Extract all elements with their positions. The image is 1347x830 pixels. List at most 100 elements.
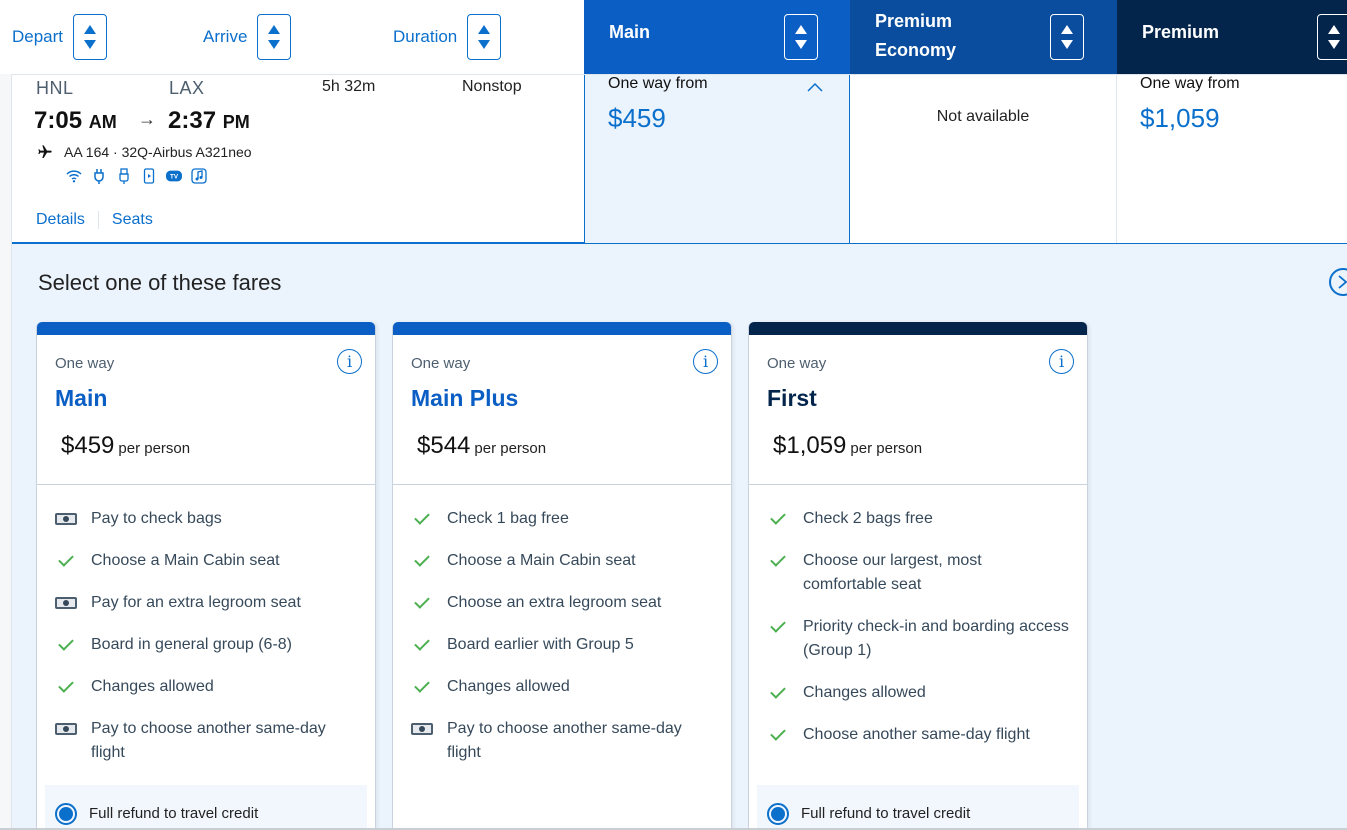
fare-feature-text: Pay for an extra legroom seat [91, 594, 301, 611]
origin-airport: HNL [36, 78, 74, 98]
per-person-label: per person [118, 440, 191, 457]
fare-feature-text: Pay to choose another same-day flight [91, 720, 326, 761]
fare-card-accent-bar [749, 322, 1087, 335]
sort-premium-economy-button[interactable] [1050, 14, 1084, 60]
fare-card-header: One way i Main Plus $544 per person [393, 335, 731, 485]
streaming-device-icon [141, 168, 157, 184]
fare-features: Check 1 bag free Choose a Main Cabin seat… [393, 485, 731, 765]
fare-feature-text: Check 1 bag free [447, 510, 569, 527]
checkmark-icon [411, 507, 447, 531]
one-way-label: One way [411, 355, 471, 372]
one-way-from-label: One way from [1140, 75, 1240, 92]
cabin-header-label: Premium [1142, 22, 1220, 42]
one-way-label: One way [55, 355, 115, 372]
fare-feature-item: Changes allowed [411, 675, 713, 699]
flight-number: AA 164 · 32Q-Airbus A321neo [64, 144, 252, 160]
flight-links: Details Seats [36, 211, 153, 229]
fare-card-header: One way i First $1,059 per person [749, 335, 1087, 485]
fare-feature-text: Pay to check bags [91, 510, 222, 527]
sort-duration-label: Duration [393, 27, 458, 46]
fare-card-first[interactable]: One way i First $1,059 per person Check 2… [748, 322, 1088, 830]
refund-option[interactable]: Full refund to travel credit [45, 785, 367, 830]
fare-feature-item: Pay for an extra legroom seat [55, 591, 357, 615]
cash-icon [55, 717, 91, 741]
fare-feature-text: Changes allowed [91, 678, 214, 695]
cabin-header-label: Main [609, 22, 651, 42]
checkmark-icon [767, 723, 803, 747]
fare-feature-text: Changes allowed [447, 678, 570, 695]
chevron-up-icon[interactable] [807, 79, 823, 97]
fare-feature-item: Pay to choose another same-day flight [411, 717, 713, 765]
fare-name: Main [55, 385, 108, 411]
sort-descending-icon [795, 40, 807, 49]
fare-feature-text: Board in general group (6-8) [91, 636, 293, 653]
fare-card-main-plus[interactable]: One way i Main Plus $544 per person Check… [392, 322, 732, 830]
refund-radio[interactable] [767, 803, 789, 825]
fare-features: Check 2 bags free Choose our largest, mos… [749, 485, 1087, 747]
price-cell-premium-economy: Not available [850, 75, 1117, 243]
fare-features: Pay to check bags Choose a Main Cabin sea… [37, 485, 375, 765]
checkmark-icon [767, 549, 803, 573]
sort-ascending-icon [478, 25, 491, 34]
destination-airport: LAX [169, 78, 205, 98]
depart-time: 7:05 AM [34, 107, 117, 135]
fare-feature-item: Check 1 bag free [411, 507, 713, 531]
sort-arrive-button[interactable] [257, 14, 292, 60]
sort-bar: Depart Arrive Duration [0, 0, 584, 74]
fare-card-accent-bar [37, 322, 375, 335]
cabin-header-premium: Premium [1117, 0, 1347, 74]
cabin-header-main: Main [584, 0, 850, 74]
details-link[interactable]: Details [36, 211, 85, 229]
music-icon [191, 168, 207, 184]
sort-main-button[interactable] [784, 14, 818, 60]
seats-link[interactable]: Seats [112, 211, 153, 229]
per-person-label: per person [850, 440, 923, 457]
sort-descending-icon [1328, 40, 1340, 49]
fare-feature-item: Changes allowed [55, 675, 357, 699]
fare-card-main[interactable]: One way i Main $459 per person Pay to che… [36, 322, 376, 830]
fare-price: $544 per person [417, 432, 546, 460]
sort-descending-icon [268, 40, 281, 49]
one-way-from-label: One way from [608, 75, 708, 92]
info-icon[interactable]: i [337, 349, 362, 374]
cabin-header-label: Premium Economy [875, 7, 956, 65]
price-cell-main[interactable]: One way from $459 [584, 75, 850, 243]
checkmark-icon [411, 549, 447, 573]
cash-icon [411, 717, 447, 741]
sort-premium-button[interactable] [1317, 14, 1347, 60]
wifi-icon [66, 168, 82, 184]
fare-card-accent-bar [393, 322, 731, 335]
fare-feature-item: Priority check-in and boarding access (G… [767, 615, 1069, 663]
refund-option[interactable]: Full refund to travel credit [757, 785, 1079, 830]
sort-depart: Depart [12, 14, 108, 60]
tv-icon: TV [166, 168, 182, 184]
sort-ascending-icon [84, 25, 97, 34]
checkmark-icon [767, 681, 803, 705]
arrive-time-value: 2:37 [168, 107, 217, 134]
cabin-header-label-line2: Economy [875, 40, 957, 60]
sort-duration-button[interactable] [467, 14, 502, 60]
fare-feature-item: Pay to check bags [55, 507, 357, 531]
refund-radio[interactable] [55, 803, 77, 825]
info-icon[interactable]: i [693, 349, 718, 374]
left-gutter [0, 74, 12, 830]
fare-feature-text: Choose our largest, most comfortable sea… [803, 552, 982, 593]
sort-ascending-icon [795, 25, 807, 34]
depart-ampm: AM [88, 112, 117, 132]
checkmark-icon [55, 675, 91, 699]
arrive-time: 2:37 PM [168, 107, 250, 135]
flight-number-row: AA 164 · 32Q-Airbus A321neo [36, 144, 252, 160]
fare-feature-item: Check 2 bags free [767, 507, 1069, 531]
fare-name: Main Plus [411, 385, 519, 411]
cash-icon [55, 591, 91, 615]
close-panel-icon[interactable] [1329, 268, 1347, 296]
svg-text:TV: TV [170, 174, 179, 181]
flight-stops: Nonstop [462, 78, 522, 95]
fare-name: First [767, 385, 817, 411]
sort-arrive-label: Arrive [203, 27, 248, 46]
sort-depart-label: Depart [12, 27, 64, 46]
info-icon[interactable]: i [1049, 349, 1074, 374]
price-cell-premium[interactable]: One way from $1,059 [1117, 75, 1347, 243]
fare-feature-text: Pay to choose another same-day flight [447, 720, 682, 761]
sort-depart-button[interactable] [73, 14, 108, 60]
